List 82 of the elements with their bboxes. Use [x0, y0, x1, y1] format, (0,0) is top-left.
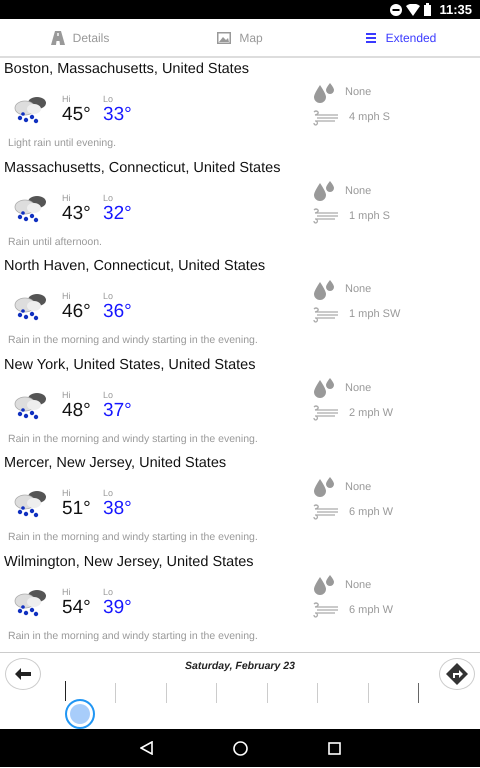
low-label: Lo — [103, 488, 114, 498]
precipitation-value: None — [345, 381, 372, 396]
wind-icon — [313, 306, 339, 323]
turn-sign-icon — [446, 663, 468, 685]
high-temperature: 54° — [62, 596, 92, 619]
wind-icon — [313, 504, 339, 520]
do-not-disturb-icon — [390, 4, 402, 16]
wind-value: 6 mph W — [349, 504, 394, 520]
rain-cloud-icon — [12, 94, 48, 124]
wind-value: 1 mph S — [349, 208, 390, 224]
raindrops-icon — [313, 82, 335, 104]
directions-button[interactable] — [439, 658, 475, 690]
low-label: Lo — [103, 390, 114, 400]
forecast-summary: Light rain until evening. — [8, 136, 117, 151]
forecast-summary: Rain in the morning and windy starting in the evening. — [8, 530, 259, 546]
rain-cloud-icon — [12, 488, 48, 518]
tab[interactable]: Map — [160, 19, 320, 56]
rain-cloud-icon — [12, 291, 48, 322]
low-temperature: 37° — [103, 400, 133, 422]
location-name: New York, United States, United States — [4, 356, 256, 374]
high-label: Hi — [62, 488, 72, 498]
high-temperature: 45° — [62, 104, 92, 126]
high-temperature: 43° — [62, 202, 92, 225]
raindrops-icon — [313, 377, 335, 400]
tab[interactable]: Extended — [320, 19, 480, 56]
forecast-summary: Rain in the morning and windy starting in the evening. — [8, 432, 259, 447]
forecast-summary: Rain in the morning and windy starting in the evening. — [8, 333, 259, 348]
precipitation-value: None — [345, 184, 372, 199]
low-temperature: 33° — [103, 104, 133, 126]
wind-value: 4 mph S — [349, 110, 390, 126]
high-label: Hi — [62, 291, 72, 302]
low-temperature: 36° — [103, 301, 133, 324]
wind-value: 2 mph W — [349, 406, 394, 422]
precipitation-value: None — [345, 282, 372, 298]
battery-icon — [424, 3, 432, 16]
high-temperature: 51° — [62, 498, 92, 520]
wind-value: 1 mph SW — [349, 307, 400, 322]
high-label: Hi — [62, 586, 72, 597]
location-name: Wilmington, New Jersey, United States — [4, 552, 255, 571]
wind-icon — [313, 110, 339, 126]
raindrops-icon — [313, 278, 335, 301]
precipitation-value: None — [345, 480, 372, 495]
recents-nav-icon[interactable] — [328, 742, 340, 754]
high-label: Hi — [62, 390, 72, 400]
home-nav-icon[interactable] — [232, 740, 248, 756]
low-temperature: 32° — [103, 202, 133, 225]
left-arrow-icon — [15, 668, 31, 680]
back-button[interactable] — [5, 658, 41, 690]
tab[interactable]: Details — [0, 19, 160, 56]
road-icon — [50, 30, 65, 44]
high-temperature: 48° — [62, 400, 92, 422]
low-label: Lo — [103, 192, 114, 203]
menu-icon — [364, 30, 378, 44]
high-label: Hi — [62, 94, 72, 104]
raindrops-icon — [313, 180, 335, 202]
back-nav-icon[interactable] — [140, 741, 152, 755]
precipitation-value: None — [345, 85, 372, 100]
low-temperature: 38° — [103, 498, 133, 520]
image-icon — [217, 30, 232, 44]
location-name: Massachusetts, Connecticut, United States — [4, 158, 282, 177]
forecast-summary: Rain in the morning and windy starting in the evening. — [8, 628, 259, 644]
location-name: Boston, Massachusetts, United States — [4, 60, 250, 78]
high-label: Hi — [62, 192, 72, 203]
wind-icon — [313, 602, 339, 618]
date-label: Saturday, February 23 — [184, 659, 296, 674]
slider-thumb[interactable] — [65, 699, 95, 729]
status-time: 11:35 — [439, 0, 472, 19]
precipitation-value: None — [345, 578, 372, 594]
low-label: Lo — [103, 291, 114, 302]
low-label: Lo — [103, 586, 114, 597]
wind-icon — [313, 405, 339, 422]
raindrops-icon — [313, 476, 335, 498]
forecast-summary: Rain until afternoon. — [8, 234, 103, 250]
raindrops-icon — [313, 574, 335, 596]
low-label: Lo — [103, 94, 114, 104]
low-temperature: 39° — [103, 596, 133, 619]
wind-value: 6 mph W — [349, 603, 394, 618]
wind-icon — [313, 208, 339, 224]
location-name: Mercer, New Jersey, United States — [4, 454, 228, 472]
location-name: North Haven, Connecticut, United States — [4, 257, 266, 276]
high-temperature: 46° — [62, 301, 92, 324]
wifi-icon — [406, 4, 420, 16]
